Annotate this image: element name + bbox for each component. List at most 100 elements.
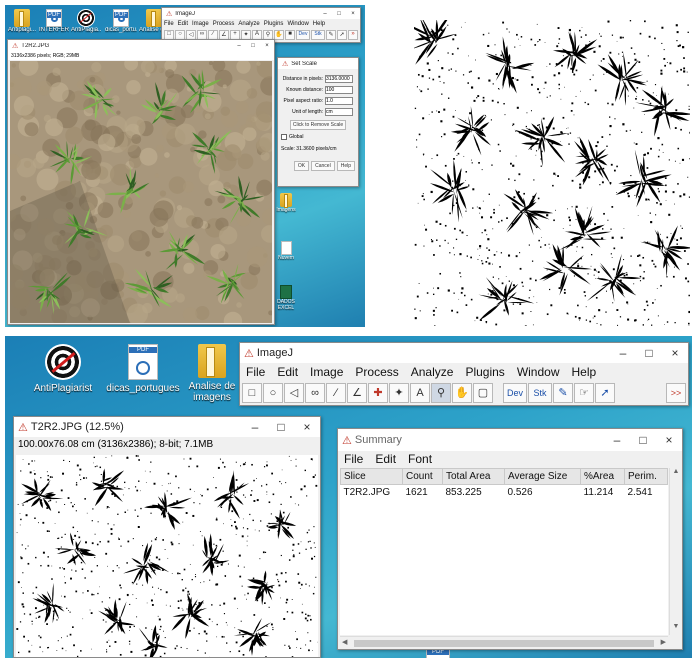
hand-drag-icon[interactable]: ☞ [574,383,594,403]
minimize-icon[interactable]: – [232,43,246,49]
point-tool-icon[interactable]: ✚ [368,383,388,403]
oval-tool-icon[interactable]: ○ [263,383,283,403]
menu-analyze[interactable]: Analyze [236,19,261,29]
menu-image[interactable]: Image [304,363,349,381]
menu-plugins[interactable]: Plugins [262,19,286,29]
desktop-icon-dicas[interactable]: PDF dicas_portugues [103,344,183,394]
column-header-total-area[interactable]: Total Area [442,468,505,485]
hand-tool-icon[interactable]: ✋ [274,30,284,40]
unit-input[interactable]: cm [325,107,353,116]
arrow-tool-icon[interactable]: ➚ [595,383,615,403]
color-picker-icon[interactable]: ▢ [473,383,493,403]
cancel-button[interactable]: Cancel [311,161,335,171]
scroll-left-icon[interactable]: ◀ [342,638,347,646]
menu-analyze[interactable]: Analyze [405,363,460,381]
desktop-icon-antiplagiarist[interactable]: AntiPlagiarist [27,344,99,394]
menu-edit[interactable]: Edit [271,363,304,381]
column-header-count[interactable]: Count [402,468,443,485]
folder-icon [14,9,30,28]
column-header-slice[interactable]: Slice [340,468,403,485]
close-icon[interactable]: × [260,43,274,49]
scroll-thumb[interactable] [354,640,654,647]
menu-file[interactable]: File [162,19,176,29]
cell-percent-area: 11.214 [583,487,614,498]
desktop-icon-excel[interactable]: DADOS EXCEL [273,285,299,311]
menu-process[interactable]: Process [349,363,404,381]
brush-tool-icon[interactable]: ✎ [553,383,573,403]
maximize-icon[interactable]: □ [636,346,662,360]
freehand-tool-icon[interactable]: ∞ [305,383,325,403]
close-icon[interactable]: × [294,420,320,434]
minimize-icon[interactable]: – [318,11,332,17]
column-header-average-size[interactable]: Average Size [504,468,581,485]
close-icon[interactable]: × [656,433,682,447]
summary-table: Slice Count Total Area Average Size %Are… [340,468,668,500]
minimize-icon[interactable]: – [604,433,630,447]
scroll-right-icon[interactable]: ▶ [661,638,666,646]
distance-input[interactable]: 3136.0000 [325,74,353,83]
maximize-icon[interactable]: □ [332,11,346,17]
stk-menu-button[interactable]: Stk [311,30,325,40]
desktop-icon-antiplagiarist[interactable]: AntiPlagia... [71,9,101,33]
maximize-icon[interactable]: □ [246,43,260,49]
column-header-perimeter[interactable]: Perim. [624,468,668,485]
zoom-tool-icon[interactable]: ⚲ [431,383,451,403]
plant-photo[interactable] [10,61,272,323]
more-tools-button[interactable]: >> [666,383,686,403]
wand-tool-icon[interactable]: ✦ [389,383,409,403]
aspect-ratio-label: Pixel aspect ratio: [283,97,323,104]
menu-help[interactable]: Help [566,363,603,381]
desktop-icon-analise[interactable]: Analise de imagens [187,344,237,403]
menu-file[interactable]: File [240,363,271,381]
line-tool-icon[interactable]: ∕ [326,383,346,403]
menu-process[interactable]: Process [211,19,237,29]
menu-plugins[interactable]: Plugins [459,363,510,381]
menu-edit[interactable]: Edit [369,451,402,468]
dev-menu-button[interactable]: Dev [296,30,310,40]
desktop-icon-imagens[interactable]: Imagens [273,193,299,213]
arrow-tool-icon[interactable]: ➚ [337,30,347,40]
text-tool-icon[interactable]: A [410,383,430,403]
aspect-ratio-input[interactable]: 1.0 [325,96,353,105]
close-icon[interactable]: × [346,11,360,17]
polygon-tool-icon[interactable]: ◁ [284,383,304,403]
binary-image[interactable] [16,455,318,657]
column-header-percent-area[interactable]: %Area [580,468,625,485]
menu-window[interactable]: Window [511,363,566,381]
stk-menu-button[interactable]: Stk [528,383,552,403]
ok-button[interactable]: OK [293,161,310,171]
cell-average-size: 0.526 [507,487,533,498]
remove-scale-button[interactable]: Click to Remove Scale [289,120,347,130]
menu-window[interactable]: Window [285,19,310,29]
desktop-icon-folder[interactable]: Antiplagi... [7,9,37,33]
maximize-icon[interactable]: □ [630,433,656,447]
brush-tool-icon[interactable]: ✎ [326,30,336,40]
scale-text: Scale: 31.3600 pixels/cm [281,146,337,152]
menu-font[interactable]: Font [402,451,438,468]
close-icon[interactable]: × [662,346,688,360]
desktop-icon-pdf[interactable]: PDF INTERFER... [39,9,69,33]
menu-file[interactable]: File [338,451,369,468]
horizontal-scrollbar[interactable]: ◀ ▶ [340,636,668,649]
vertical-scrollbar[interactable]: ▲ ▼ [669,468,682,635]
angle-tool-icon[interactable]: ∠ [347,383,367,403]
scroll-up-icon[interactable]: ▲ [670,468,682,480]
rectangle-tool-icon[interactable]: □ [242,383,262,403]
maximize-icon[interactable]: □ [268,420,294,434]
known-distance-input[interactable]: 100 [325,85,353,94]
help-button[interactable]: Help [336,161,355,171]
minimize-icon[interactable]: – [610,346,636,360]
more-tools-icon[interactable]: » [348,30,358,40]
color-picker-icon[interactable]: ■ [285,30,295,40]
hand-tool-icon[interactable]: ✋ [452,383,472,403]
menu-image[interactable]: Image [190,19,211,29]
global-checkbox[interactable] [281,134,287,140]
menu-edit[interactable]: Edit [176,19,190,29]
desktop-icon-pdf-2[interactable]: PDF dicas_portu... [105,9,137,33]
dev-menu-button[interactable]: Dev [503,383,527,403]
minimize-icon[interactable]: – [242,420,268,434]
desktop-icon-nuvem[interactable]: Nuvem [273,241,299,261]
menu-help[interactable]: Help [311,19,327,29]
scroll-down-icon[interactable]: ▼ [670,623,682,635]
table-row[interactable]: T2R2.JPG 1621 853.225 0.526 11.214 2.541 [341,485,668,501]
